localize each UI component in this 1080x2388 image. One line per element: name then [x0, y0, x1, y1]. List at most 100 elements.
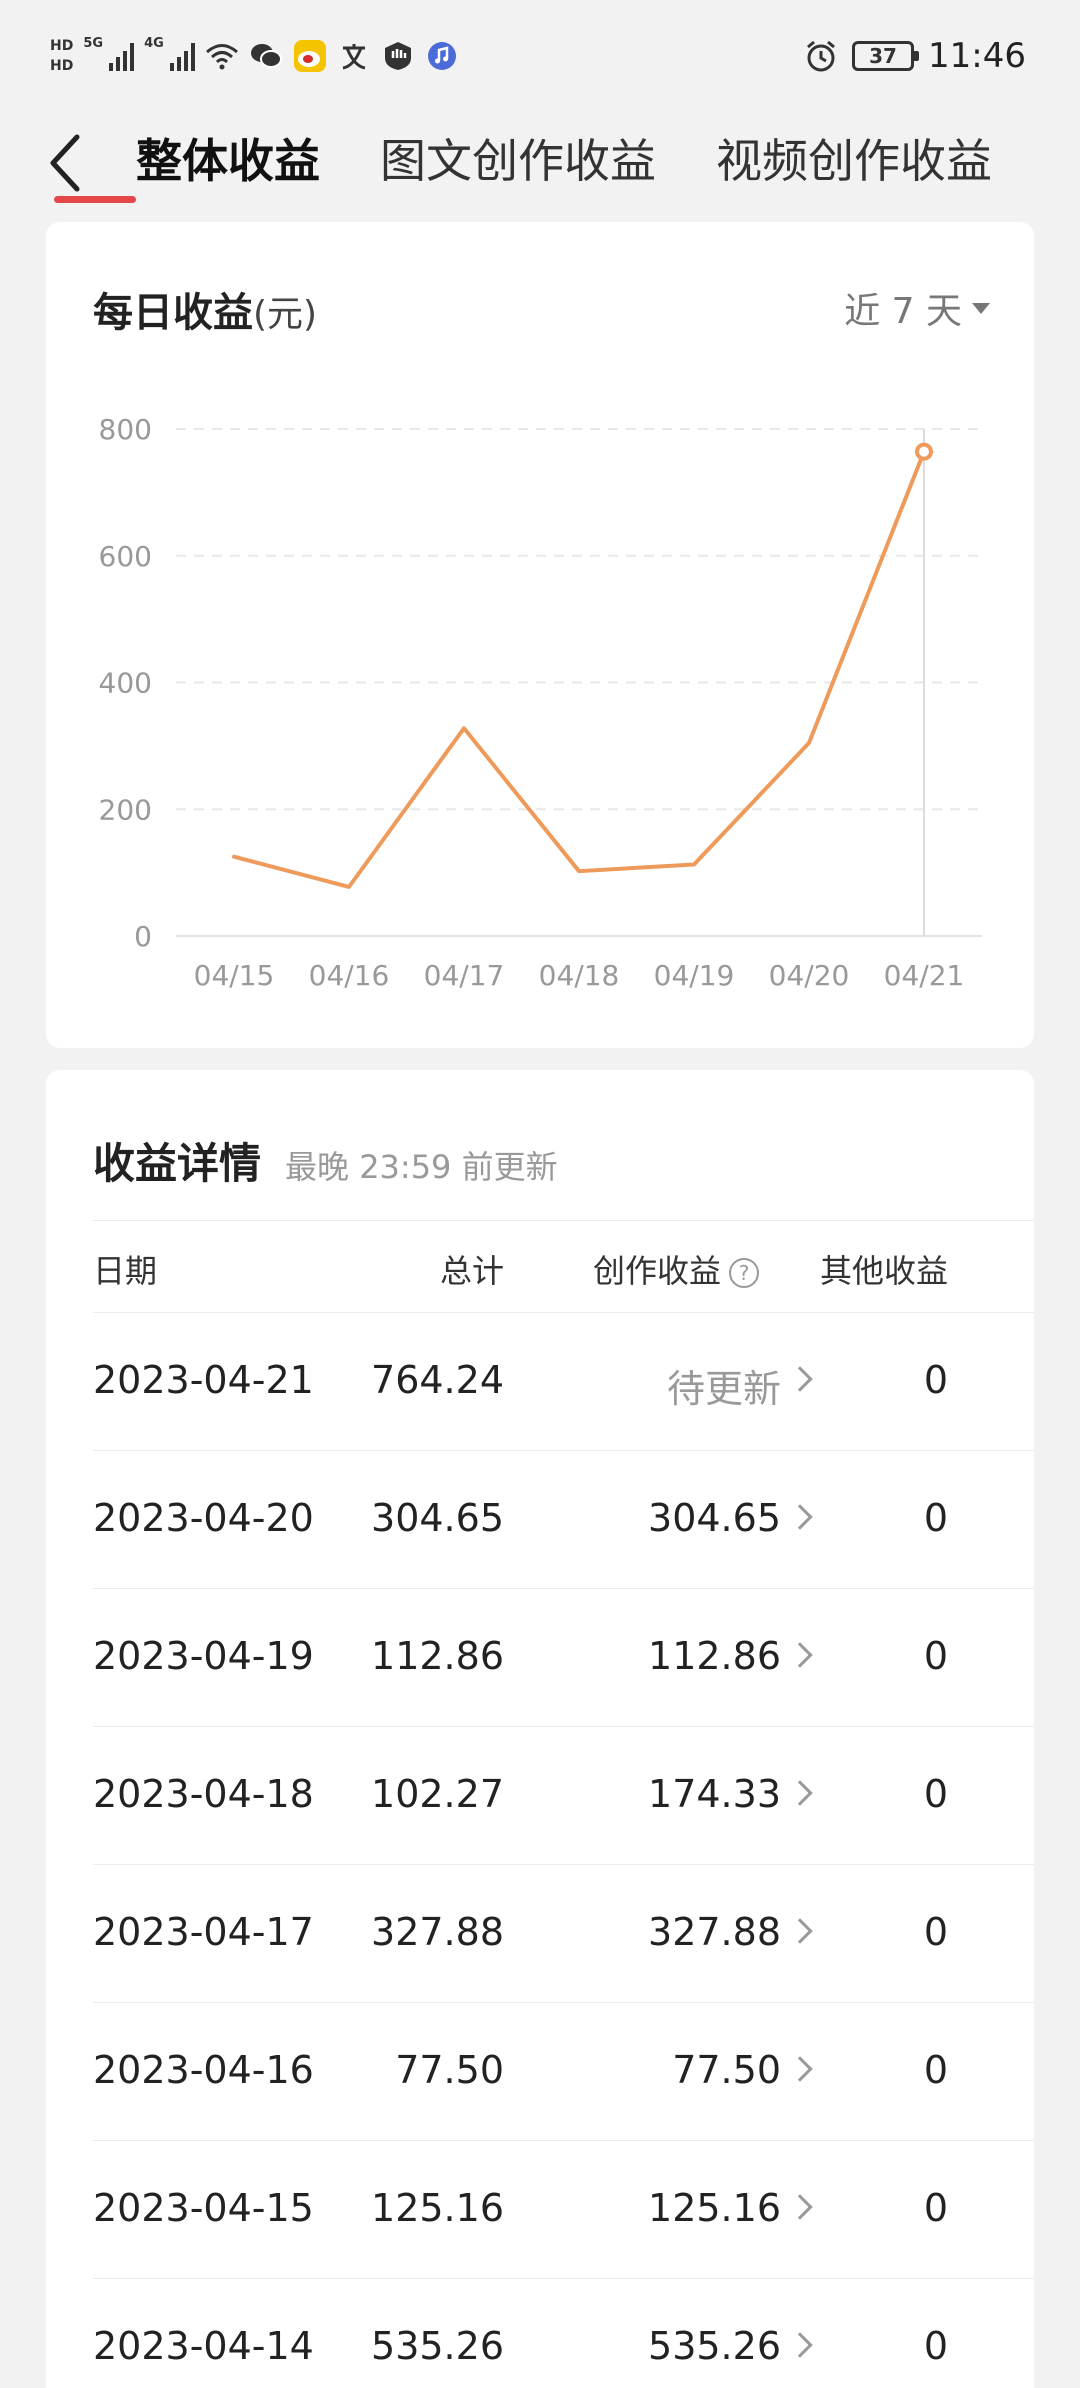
table-header: 日期 总计 创作收益? 其他收益: [46, 1220, 1034, 1312]
detail-subtitle: 最晚 23:59 前更新: [285, 1148, 558, 1186]
chevron-right-icon: [787, 1504, 813, 1530]
y-tick-label: 0: [134, 920, 152, 953]
daily-earnings-card: 每日收益(元) 近 7 天 0 200 400 600 800 04/15 04/16 04/…: [46, 222, 1034, 1048]
y-tick-label: 200: [99, 793, 152, 826]
row-creation: 304.65: [648, 1496, 781, 1540]
shield-icon: [381, 39, 415, 73]
tab-bar: 整体收益 图文创作收益 视频创作收益: [136, 116, 992, 206]
row-creation: 174.33: [648, 1772, 781, 1816]
battery-level: 37: [869, 44, 897, 68]
wechat-icon: [249, 39, 283, 73]
row-date: 2023-04-14: [93, 2324, 314, 2368]
y-tick-label: 800: [99, 413, 152, 446]
signal-icon-2: [169, 41, 195, 71]
row-total: 125.16: [371, 2186, 504, 2230]
x-tick-label: 04/15: [194, 959, 275, 992]
top-nav: 整体收益 图文创作收益 视频创作收益: [0, 110, 1080, 210]
network-5g-label: 5G: [83, 36, 104, 51]
row-total: 112.86: [371, 1634, 504, 1678]
chevron-right-icon: [787, 1366, 813, 1392]
row-other: 0: [923, 1358, 948, 1402]
table-row[interactable]: 2023-04-20 304.65 304.65 0: [46, 1450, 1034, 1588]
table-row[interactable]: 2023-04-15 125.16 125.16 0: [46, 2140, 1034, 2278]
row-date: 2023-04-19: [93, 1634, 314, 1678]
row-total: 77.50: [395, 2048, 504, 2092]
chevron-right-icon: [787, 2056, 813, 2082]
hd-bottom-label: HD: [50, 58, 74, 74]
clock-time: 11:46: [928, 36, 1026, 76]
chevron-right-icon: [787, 2332, 813, 2358]
row-total: 304.65: [371, 1496, 504, 1540]
row-date: 2023-04-20: [93, 1496, 314, 1540]
row-date: 2023-04-21: [93, 1358, 314, 1402]
row-other: 0: [923, 2186, 948, 2230]
x-tick-label: 04/16: [309, 959, 390, 992]
chevron-left-icon: [50, 134, 80, 192]
row-other: 0: [923, 1496, 948, 1540]
status-left: HD HD 5G 4G: [50, 36, 459, 76]
table-row[interactable]: 2023-04-14 535.26 535.26 0: [46, 2278, 1034, 2388]
table-row[interactable]: 2023-04-18 102.27 174.33 0: [46, 1726, 1034, 1864]
x-tick-label: 04/20: [769, 959, 850, 992]
row-creation: 112.86: [648, 1634, 781, 1678]
weibo-icon: [293, 39, 327, 73]
row-creation: 77.50: [672, 2048, 781, 2092]
x-tick-label: 04/18: [539, 959, 620, 992]
row-creation: 待更新: [666, 1367, 781, 1411]
help-icon[interactable]: ?: [729, 1258, 759, 1288]
chevron-right-icon: [787, 2194, 813, 2220]
row-total: 535.26: [371, 2324, 504, 2368]
table-row[interactable]: 2023-04-17 327.88 327.88 0: [46, 1864, 1034, 2002]
alarm-icon: [804, 39, 838, 73]
y-tick-label: 400: [99, 667, 152, 700]
earnings-detail-card: 收益详情 最晚 23:59 前更新 日期 总计 创作收益? 其他收益 2023-…: [46, 1070, 1034, 2388]
col-creation: 创作收益?: [593, 1246, 759, 1292]
battery-icon: 37: [852, 41, 920, 71]
row-total: 102.27: [371, 1772, 504, 1816]
row-other: 0: [923, 1772, 948, 1816]
row-other: 0: [923, 2324, 948, 2368]
table-row[interactable]: 2023-04-19 112.86 112.86 0: [46, 1588, 1034, 1726]
hd-indicator: HD HD: [50, 36, 73, 76]
series-line: [232, 449, 926, 889]
translate-icon: [337, 39, 371, 73]
col-creation-label: 创作收益: [592, 1252, 721, 1290]
col-other: 其他收益: [819, 1252, 948, 1290]
row-date: 2023-04-15: [93, 2186, 314, 2230]
row-other: 0: [923, 2048, 948, 2092]
table-row[interactable]: 2023-04-16 77.50 77.50 0: [46, 2002, 1034, 2140]
chevron-right-icon: [787, 1780, 813, 1806]
row-creation: 535.26: [648, 2324, 781, 2368]
wifi-icon: [205, 39, 239, 73]
data-point: [915, 442, 933, 461]
music-icon: [425, 39, 459, 73]
hd-top-label: HD: [50, 38, 74, 54]
x-tick-label: 04/21: [884, 959, 965, 992]
tab-overall-earnings[interactable]: 整体收益: [136, 116, 320, 206]
chevron-right-icon: [787, 1642, 813, 1668]
row-total: 327.88: [371, 1910, 504, 1954]
earnings-line-chart[interactable]: 0 200 400 600 800 04/15 04/16 04/17 04/18 04/19 04…: [46, 222, 1034, 1048]
row-creation: 125.16: [648, 2186, 781, 2230]
col-date: 日期: [93, 1252, 158, 1290]
detail-header: 收益详情 最晚 23:59 前更新: [93, 1130, 558, 1191]
row-date: 2023-04-18: [93, 1772, 314, 1816]
signal-icon: [109, 41, 135, 71]
tab-video-earnings[interactable]: 视频创作收益: [716, 116, 992, 206]
active-tab-indicator: [54, 196, 136, 203]
status-bar: HD HD 5G 4G 37 11:46: [0, 0, 1080, 110]
table-row[interactable]: 2023-04-21 764.24 待更新 0: [46, 1312, 1034, 1450]
chevron-right-icon: [787, 1918, 813, 1944]
back-button[interactable]: [40, 128, 90, 198]
y-tick-label: 600: [99, 540, 152, 573]
row-date: 2023-04-16: [93, 2048, 314, 2092]
row-creation: 327.88: [648, 1910, 781, 1954]
row-other: 0: [923, 1634, 948, 1678]
x-tick-label: 04/19: [654, 959, 735, 992]
detail-title: 收益详情: [93, 1139, 262, 1188]
status-right: 37 11:46: [804, 36, 1026, 76]
tab-article-earnings[interactable]: 图文创作收益: [380, 116, 656, 206]
network-4g-label: 4G: [144, 36, 164, 51]
col-total: 总计: [439, 1252, 504, 1290]
row-other: 0: [923, 1910, 948, 1954]
